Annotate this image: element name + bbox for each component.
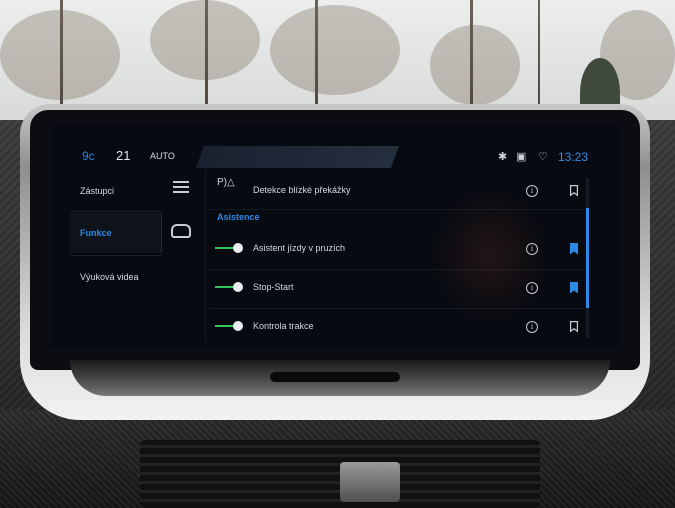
background-tree-trunk: [538, 0, 540, 120]
sidebar: Zástupci Funkce Výuková videa: [70, 171, 162, 341]
sidebar-item-funkce[interactable]: Funkce: [70, 213, 162, 253]
info-icon[interactable]: i: [526, 243, 538, 255]
sidebar-item-vyukova-videa[interactable]: Výuková videa: [70, 257, 162, 297]
info-icon[interactable]: i: [526, 185, 538, 197]
info-icon[interactable]: i: [526, 321, 538, 333]
background-tree: [430, 25, 520, 105]
background-tree-trunk: [60, 0, 63, 120]
toggle-switch[interactable]: [215, 282, 245, 292]
vent-knob: [340, 462, 400, 502]
list-item[interactable]: P)△ Detekce blízké překážky i: [210, 171, 590, 209]
row-label: Asistent jízdy v pruzích: [253, 243, 346, 253]
sidebar-item-label: Funkce: [80, 228, 112, 238]
signal-icon: ♡: [538, 151, 548, 163]
divider: [70, 211, 162, 212]
background-tree-trunk: [470, 0, 473, 120]
status-strip: [195, 146, 400, 168]
car-connect-icon: ▣: [516, 151, 527, 163]
scrollbar-thumb[interactable]: [586, 208, 589, 308]
toggle-switch[interactable]: [215, 321, 245, 331]
row-label: Detekce blízké překážky: [253, 185, 351, 195]
sidebar-item-label: Zástupci: [80, 186, 115, 196]
bookmark-icon[interactable]: [570, 185, 578, 196]
status-bar: 9c 21 AUTO ✱ ▣ ♡ 13:23: [50, 126, 620, 168]
section-title: Asistence: [217, 212, 260, 222]
background-tree-trunk: [205, 0, 208, 120]
bezel-slot: [270, 372, 400, 382]
toggle-switch[interactable]: [215, 243, 245, 253]
bookmark-icon[interactable]: [570, 282, 578, 293]
divider: [70, 255, 162, 256]
toggle-knob: [233, 282, 243, 292]
sidebar-item-zastupci[interactable]: Zástupci: [70, 171, 162, 211]
background-tree: [270, 5, 400, 95]
menu-icon[interactable]: [173, 181, 189, 193]
sidebar-item-label: Výuková videa: [80, 272, 139, 282]
list-item[interactable]: Asistent jízdy v pruzích i: [210, 231, 590, 269]
toggle-knob: [233, 243, 243, 253]
clock: 13:23: [558, 150, 589, 164]
list-item[interactable]: Kontrola trakce i: [210, 309, 590, 347]
row-label: Stop-Start: [253, 282, 294, 292]
function-list: P)△ Detekce blízké překážky i Asistence …: [210, 171, 590, 346]
toggle-knob: [233, 321, 243, 331]
row-label: Kontrola trakce: [253, 321, 314, 331]
infotainment-screen: 9c 21 AUTO ✱ ▣ ♡ 13:23 Zástupci Funkce V…: [50, 126, 620, 348]
fan-level-readout[interactable]: 21: [116, 148, 130, 163]
car-icon[interactable]: [171, 224, 191, 238]
info-icon[interactable]: i: [526, 282, 538, 294]
climate-auto-label[interactable]: AUTO: [150, 151, 175, 161]
bookmark-icon[interactable]: [570, 321, 578, 332]
scrollbar[interactable]: [586, 178, 589, 338]
background-tree-trunk: [315, 0, 318, 120]
icon-bar: [165, 171, 206, 341]
divider: [210, 209, 590, 210]
bookmark-icon[interactable]: [570, 243, 578, 254]
proximity-sensor-icon: P)△: [217, 177, 235, 188]
list-item[interactable]: Stop-Start i: [210, 270, 590, 308]
temperature-readout[interactable]: 9c: [82, 149, 95, 163]
bluetooth-icon: ✱: [498, 151, 508, 163]
